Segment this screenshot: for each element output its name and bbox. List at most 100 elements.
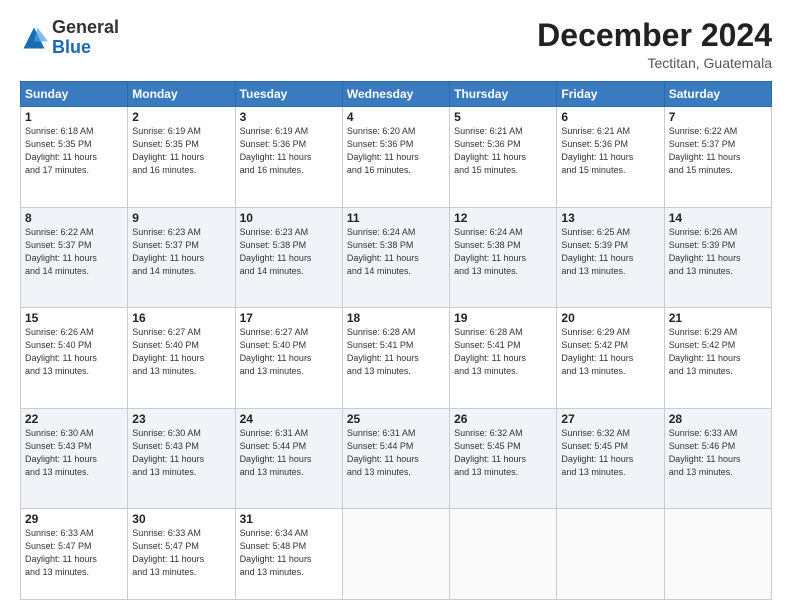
day-info: Sunrise: 6:25 AM Sunset: 5:39 PM Dayligh… — [561, 226, 659, 278]
table-row: 9Sunrise: 6:23 AM Sunset: 5:37 PM Daylig… — [128, 207, 235, 307]
day-info: Sunrise: 6:34 AM Sunset: 5:48 PM Dayligh… — [240, 527, 338, 579]
table-row: 14Sunrise: 6:26 AM Sunset: 5:39 PM Dayli… — [664, 207, 771, 307]
day-number: 13 — [561, 211, 659, 225]
page: General Blue December 2024 Tectitan, Gua… — [0, 0, 792, 612]
table-row: 24Sunrise: 6:31 AM Sunset: 5:44 PM Dayli… — [235, 408, 342, 508]
day-info: Sunrise: 6:31 AM Sunset: 5:44 PM Dayligh… — [240, 427, 338, 479]
title-section: December 2024 Tectitan, Guatemala — [537, 18, 772, 71]
day-number: 4 — [347, 110, 445, 124]
day-info: Sunrise: 6:30 AM Sunset: 5:43 PM Dayligh… — [132, 427, 230, 479]
table-row: 17Sunrise: 6:27 AM Sunset: 5:40 PM Dayli… — [235, 308, 342, 408]
day-info: Sunrise: 6:26 AM Sunset: 5:39 PM Dayligh… — [669, 226, 767, 278]
day-number: 9 — [132, 211, 230, 225]
day-info: Sunrise: 6:27 AM Sunset: 5:40 PM Dayligh… — [240, 326, 338, 378]
logo: General Blue — [20, 18, 119, 58]
day-info: Sunrise: 6:23 AM Sunset: 5:37 PM Dayligh… — [132, 226, 230, 278]
table-row: 29Sunrise: 6:33 AM Sunset: 5:47 PM Dayli… — [21, 509, 128, 600]
day-number: 20 — [561, 311, 659, 325]
day-info: Sunrise: 6:32 AM Sunset: 5:45 PM Dayligh… — [561, 427, 659, 479]
col-saturday: Saturday — [664, 82, 771, 107]
table-row: 31Sunrise: 6:34 AM Sunset: 5:48 PM Dayli… — [235, 509, 342, 600]
month-title: December 2024 — [537, 18, 772, 53]
logo-general: General — [52, 17, 119, 37]
table-row: 10Sunrise: 6:23 AM Sunset: 5:38 PM Dayli… — [235, 207, 342, 307]
table-row: 12Sunrise: 6:24 AM Sunset: 5:38 PM Dayli… — [450, 207, 557, 307]
table-row: 6Sunrise: 6:21 AM Sunset: 5:36 PM Daylig… — [557, 107, 664, 207]
col-tuesday: Tuesday — [235, 82, 342, 107]
table-row: 26Sunrise: 6:32 AM Sunset: 5:45 PM Dayli… — [450, 408, 557, 508]
col-friday: Friday — [557, 82, 664, 107]
day-info: Sunrise: 6:24 AM Sunset: 5:38 PM Dayligh… — [347, 226, 445, 278]
day-number: 6 — [561, 110, 659, 124]
table-row: 4Sunrise: 6:20 AM Sunset: 5:36 PM Daylig… — [342, 107, 449, 207]
logo-blue: Blue — [52, 37, 91, 57]
day-number: 16 — [132, 311, 230, 325]
day-info: Sunrise: 6:19 AM Sunset: 5:35 PM Dayligh… — [132, 125, 230, 177]
table-row: 18Sunrise: 6:28 AM Sunset: 5:41 PM Dayli… — [342, 308, 449, 408]
day-number: 14 — [669, 211, 767, 225]
day-number: 2 — [132, 110, 230, 124]
table-row: 19Sunrise: 6:28 AM Sunset: 5:41 PM Dayli… — [450, 308, 557, 408]
day-info: Sunrise: 6:29 AM Sunset: 5:42 PM Dayligh… — [561, 326, 659, 378]
day-number: 7 — [669, 110, 767, 124]
day-number: 18 — [347, 311, 445, 325]
calendar-header-row: Sunday Monday Tuesday Wednesday Thursday… — [21, 82, 772, 107]
calendar: Sunday Monday Tuesday Wednesday Thursday… — [20, 81, 772, 600]
day-number: 29 — [25, 512, 123, 526]
day-info: Sunrise: 6:22 AM Sunset: 5:37 PM Dayligh… — [669, 125, 767, 177]
day-number: 21 — [669, 311, 767, 325]
table-row: 3Sunrise: 6:19 AM Sunset: 5:36 PM Daylig… — [235, 107, 342, 207]
col-sunday: Sunday — [21, 82, 128, 107]
day-info: Sunrise: 6:31 AM Sunset: 5:44 PM Dayligh… — [347, 427, 445, 479]
day-number: 10 — [240, 211, 338, 225]
day-info: Sunrise: 6:30 AM Sunset: 5:43 PM Dayligh… — [25, 427, 123, 479]
table-row: 25Sunrise: 6:31 AM Sunset: 5:44 PM Dayli… — [342, 408, 449, 508]
day-info: Sunrise: 6:29 AM Sunset: 5:42 PM Dayligh… — [669, 326, 767, 378]
day-info: Sunrise: 6:19 AM Sunset: 5:36 PM Dayligh… — [240, 125, 338, 177]
day-number: 11 — [347, 211, 445, 225]
table-row: 11Sunrise: 6:24 AM Sunset: 5:38 PM Dayli… — [342, 207, 449, 307]
day-number: 17 — [240, 311, 338, 325]
table-row: 1Sunrise: 6:18 AM Sunset: 5:35 PM Daylig… — [21, 107, 128, 207]
day-number: 25 — [347, 412, 445, 426]
table-row: 27Sunrise: 6:32 AM Sunset: 5:45 PM Dayli… — [557, 408, 664, 508]
day-info: Sunrise: 6:24 AM Sunset: 5:38 PM Dayligh… — [454, 226, 552, 278]
day-info: Sunrise: 6:21 AM Sunset: 5:36 PM Dayligh… — [454, 125, 552, 177]
table-row — [557, 509, 664, 600]
col-wednesday: Wednesday — [342, 82, 449, 107]
day-number: 23 — [132, 412, 230, 426]
table-row: 13Sunrise: 6:25 AM Sunset: 5:39 PM Dayli… — [557, 207, 664, 307]
day-number: 12 — [454, 211, 552, 225]
day-number: 15 — [25, 311, 123, 325]
day-info: Sunrise: 6:28 AM Sunset: 5:41 PM Dayligh… — [454, 326, 552, 378]
table-row: 16Sunrise: 6:27 AM Sunset: 5:40 PM Dayli… — [128, 308, 235, 408]
table-row — [450, 509, 557, 600]
table-row: 28Sunrise: 6:33 AM Sunset: 5:46 PM Dayli… — [664, 408, 771, 508]
day-info: Sunrise: 6:21 AM Sunset: 5:36 PM Dayligh… — [561, 125, 659, 177]
day-info: Sunrise: 6:22 AM Sunset: 5:37 PM Dayligh… — [25, 226, 123, 278]
table-row — [342, 509, 449, 600]
day-info: Sunrise: 6:33 AM Sunset: 5:47 PM Dayligh… — [132, 527, 230, 579]
day-number: 22 — [25, 412, 123, 426]
table-row — [664, 509, 771, 600]
header: General Blue December 2024 Tectitan, Gua… — [20, 18, 772, 71]
day-info: Sunrise: 6:28 AM Sunset: 5:41 PM Dayligh… — [347, 326, 445, 378]
day-info: Sunrise: 6:27 AM Sunset: 5:40 PM Dayligh… — [132, 326, 230, 378]
day-info: Sunrise: 6:32 AM Sunset: 5:45 PM Dayligh… — [454, 427, 552, 479]
day-number: 31 — [240, 512, 338, 526]
location: Tectitan, Guatemala — [537, 55, 772, 71]
table-row: 20Sunrise: 6:29 AM Sunset: 5:42 PM Dayli… — [557, 308, 664, 408]
day-number: 1 — [25, 110, 123, 124]
logo-text: General Blue — [52, 18, 119, 58]
table-row: 2Sunrise: 6:19 AM Sunset: 5:35 PM Daylig… — [128, 107, 235, 207]
table-row: 8Sunrise: 6:22 AM Sunset: 5:37 PM Daylig… — [21, 207, 128, 307]
day-number: 3 — [240, 110, 338, 124]
day-info: Sunrise: 6:26 AM Sunset: 5:40 PM Dayligh… — [25, 326, 123, 378]
table-row: 22Sunrise: 6:30 AM Sunset: 5:43 PM Dayli… — [21, 408, 128, 508]
day-number: 27 — [561, 412, 659, 426]
day-number: 8 — [25, 211, 123, 225]
table-row: 15Sunrise: 6:26 AM Sunset: 5:40 PM Dayli… — [21, 308, 128, 408]
table-row: 21Sunrise: 6:29 AM Sunset: 5:42 PM Dayli… — [664, 308, 771, 408]
day-info: Sunrise: 6:23 AM Sunset: 5:38 PM Dayligh… — [240, 226, 338, 278]
day-number: 26 — [454, 412, 552, 426]
